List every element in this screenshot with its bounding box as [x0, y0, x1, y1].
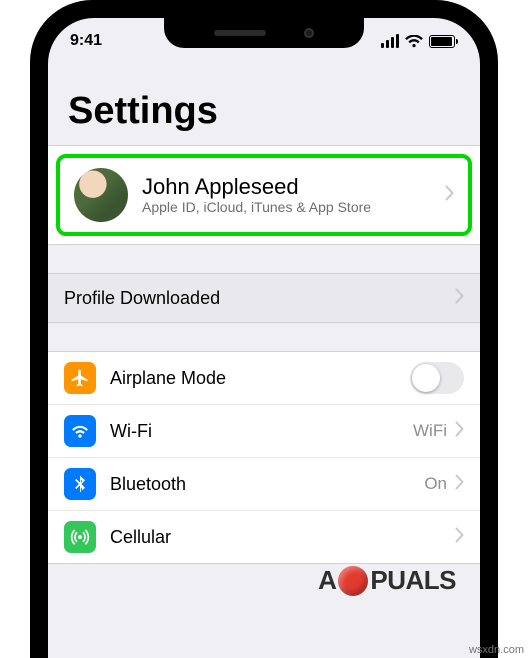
apple-id-row[interactable]: John Appleseed Apple ID, iCloud, iTunes …	[56, 154, 472, 236]
chevron-right-icon	[445, 185, 454, 206]
cellular-label: Cellular	[110, 527, 455, 548]
wifi-value: WiFi	[413, 421, 447, 441]
screen: 9:41 Settings	[48, 18, 480, 658]
watermark: A PUALS	[318, 565, 456, 596]
wifi-status-icon	[405, 35, 423, 48]
avatar	[74, 168, 128, 222]
airplane-mode-row[interactable]: Airplane Mode	[48, 352, 480, 405]
chevron-right-icon	[455, 527, 464, 548]
connectivity-group: Airplane Mode Wi-Fi WiFi	[48, 351, 480, 564]
cellular-signal-icon	[381, 34, 399, 48]
phone-frame: 9:41 Settings	[30, 0, 498, 658]
bluetooth-icon	[64, 468, 96, 500]
apple-id-subtitle: Apple ID, iCloud, iTunes & App Store	[142, 199, 431, 215]
watermark-right: PUALS	[370, 565, 456, 596]
cellular-icon	[64, 521, 96, 553]
apple-id-name: John Appleseed	[142, 175, 431, 199]
wifi-row[interactable]: Wi-Fi WiFi	[48, 405, 480, 458]
bluetooth-row[interactable]: Bluetooth On	[48, 458, 480, 511]
apple-id-group: John Appleseed Apple ID, iCloud, iTunes …	[48, 145, 480, 245]
battery-icon	[429, 35, 458, 48]
airplane-toggle[interactable]	[410, 362, 464, 394]
page-title: Settings	[48, 64, 480, 145]
watermark-ball-icon	[338, 566, 368, 596]
source-credit: wsxdn.com	[469, 644, 524, 656]
chevron-right-icon	[455, 288, 464, 309]
watermark-left: A	[318, 565, 336, 596]
profile-downloaded-row[interactable]: Profile Downloaded	[48, 274, 480, 322]
status-time: 9:41	[70, 32, 102, 50]
airplane-label: Airplane Mode	[110, 368, 410, 389]
bluetooth-label: Bluetooth	[110, 474, 424, 495]
chevron-right-icon	[455, 474, 464, 495]
airplane-icon	[64, 362, 96, 394]
bluetooth-value: On	[424, 474, 447, 494]
chevron-right-icon	[455, 421, 464, 442]
wifi-label: Wi-Fi	[110, 421, 413, 442]
wifi-icon	[64, 415, 96, 447]
profile-group: Profile Downloaded	[48, 273, 480, 323]
profile-label: Profile Downloaded	[64, 288, 455, 309]
cellular-row[interactable]: Cellular	[48, 511, 480, 563]
status-bar: 9:41	[48, 18, 480, 64]
